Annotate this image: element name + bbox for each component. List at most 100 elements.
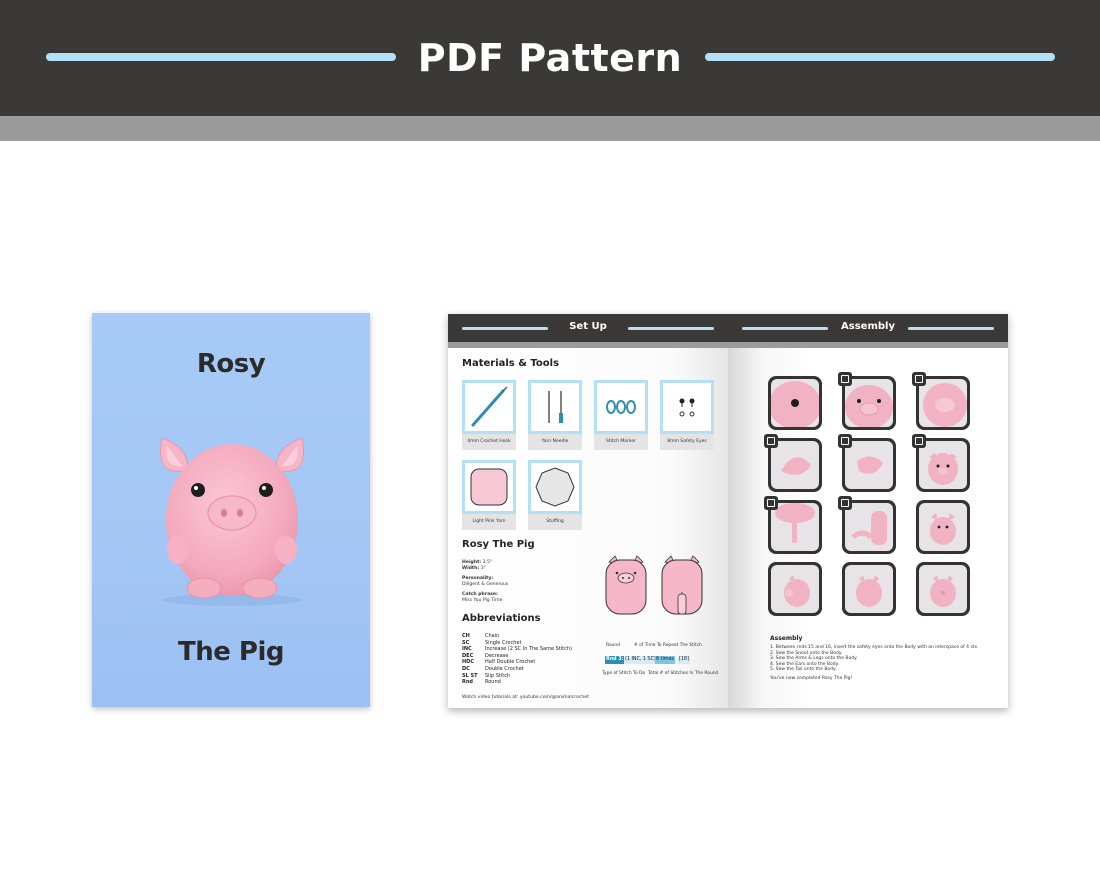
page-header: Set Up [448, 314, 728, 342]
header-decor-line-right [705, 53, 1055, 61]
header-bar: PDF Pattern [0, 0, 1100, 116]
assembly-step: 1. Between rnds 15 and 16, insert the sa… [770, 645, 979, 650]
header-decor-line-left [46, 53, 396, 61]
assembly-step-photo [838, 496, 896, 554]
pattern-cover: Rosy The Pig [92, 313, 370, 707]
abbr-key: SC [462, 639, 470, 646]
pig-title: Rosy The Pig [462, 539, 535, 550]
page-subbar [448, 342, 728, 348]
tool-image [531, 383, 579, 431]
abbreviation-row: HDC Half Double Crochet [462, 659, 572, 666]
tool-card: Light Pink Yarn [462, 460, 516, 530]
tool-label: Stitch Marker [594, 434, 648, 450]
assembly-step-photo [916, 500, 970, 554]
photo-content [919, 503, 967, 551]
abbreviation-list: CH Chain SC Single Crochet INC Increase (2 … [462, 633, 572, 686]
assembly-step-photo [842, 562, 896, 616]
diagram-rnd-chip: Rnd 3: [605, 656, 625, 664]
abbreviation-row: INC Increase (2 SC In The Same Stitch) [462, 646, 572, 653]
abbr-key: HDC [462, 659, 475, 666]
abbr-key: DEC [462, 652, 474, 659]
page-header-line-right [908, 327, 994, 330]
tool-label: Light Pink Yarn [462, 514, 516, 530]
catchphrase-value: Miss You Pig Time [462, 598, 503, 603]
assembly-step-photo [838, 372, 896, 430]
abbreviation-row: Rnd Round [462, 679, 572, 686]
tool-card: Stuffing [528, 460, 582, 530]
diagram-repeat-label: # of Time To Repeat The Stitch [634, 643, 702, 648]
page-assembly: Assembly Assembly 1. Between rnds 15 and… [728, 314, 1008, 708]
badge-glyph [767, 499, 775, 507]
tool-label: Stuffing [528, 514, 582, 530]
badge-glyph [841, 437, 849, 445]
abbreviations-title: Abbreviations [462, 613, 541, 624]
pig-photo-icon [851, 511, 887, 545]
abbr-value: Slip Stitch [485, 672, 511, 679]
tool-frame [528, 460, 582, 514]
assembly-step-photo [838, 434, 896, 492]
abbreviation-row: DEC Decrease [462, 653, 572, 660]
materials-title: Materials & Tools [462, 358, 560, 369]
tool-label: Yarn Needle [528, 434, 582, 450]
badge-glyph [841, 499, 849, 507]
abbr-value: Double Crochet [485, 665, 524, 672]
photo-content [919, 441, 967, 489]
photo-content [919, 379, 967, 427]
tool-frame [462, 460, 516, 514]
abbr-value: Half Double Crochet [485, 659, 536, 666]
tool-image [465, 463, 513, 511]
abbr-key: Rnd [462, 679, 473, 686]
pig-photo-icon [781, 457, 811, 475]
video-badge-icon [838, 372, 852, 386]
video-badge-icon [912, 434, 926, 448]
abbr-value: Decrease [485, 652, 509, 659]
width-label: Width: [462, 566, 480, 571]
assembly-step: 5. Sew the Tail onto the Body. [770, 667, 837, 673]
video-badge-icon [838, 434, 852, 448]
photo-content [771, 565, 819, 613]
assembly-steps: 1. Between rnds 15 and 16, insert the sa… [770, 645, 980, 673]
yarn-needle-icon [548, 391, 563, 423]
diagram-total-label: Total # of Stitches In The Round [648, 671, 719, 676]
pig-photo-icon [845, 385, 893, 427]
tool-image [465, 383, 513, 431]
tool-frame [462, 380, 516, 434]
tool-image [531, 463, 579, 511]
photo-content [845, 503, 893, 551]
tool-frame [594, 380, 648, 434]
photo-content [845, 379, 893, 427]
height-label: Height: [462, 560, 482, 565]
photo-content [771, 441, 819, 489]
personality-label-text: Personality: [462, 576, 494, 581]
diagram-type-label: Type of Stitch To Do [602, 671, 646, 676]
width-value: 3" [480, 566, 486, 571]
diagram-round-label: Round [606, 643, 620, 648]
assembly-closing: You've now completed Rosy The Pig! [770, 676, 853, 681]
abbr-key: DC [462, 665, 470, 672]
safety-eyes-icon [679, 398, 695, 417]
page-header-line-right [628, 327, 714, 330]
crochet-hook-icon [471, 386, 508, 427]
product-image: PDF Pattern Rosy The Pig Set Up Material… [0, 0, 1100, 880]
stuffing-icon [535, 467, 575, 507]
pig-photo-icon [930, 513, 956, 545]
abbreviation-row: DC Double Crochet [462, 666, 572, 673]
width-info: Width: 3" [462, 566, 486, 572]
pig-photo-icon [775, 503, 815, 543]
stitch-marker-icon [606, 400, 636, 414]
tool-label: 8mm Safety Eyes [660, 434, 714, 450]
header-title: PDF Pattern [417, 36, 683, 80]
pig-photo-icon [771, 381, 819, 427]
abbreviation-row: SL ST Slip Stitch [462, 673, 572, 680]
assembly-step-photo [912, 372, 970, 430]
open-pattern-booklet: Set Up Materials & Tools 4mm Crochet Hoo… [448, 314, 1008, 708]
yarn-swatch-icon [470, 468, 508, 506]
badge-glyph [915, 375, 923, 383]
personality-value: Diligent & Generous [462, 582, 509, 587]
cover-title-bottom: The Pig [177, 637, 285, 667]
pig-photo-icon [923, 383, 967, 427]
pig-diagram-icon [605, 555, 703, 615]
video-badge-icon [764, 434, 778, 448]
crochet-pig-image [160, 437, 304, 606]
badge-glyph [767, 437, 775, 445]
